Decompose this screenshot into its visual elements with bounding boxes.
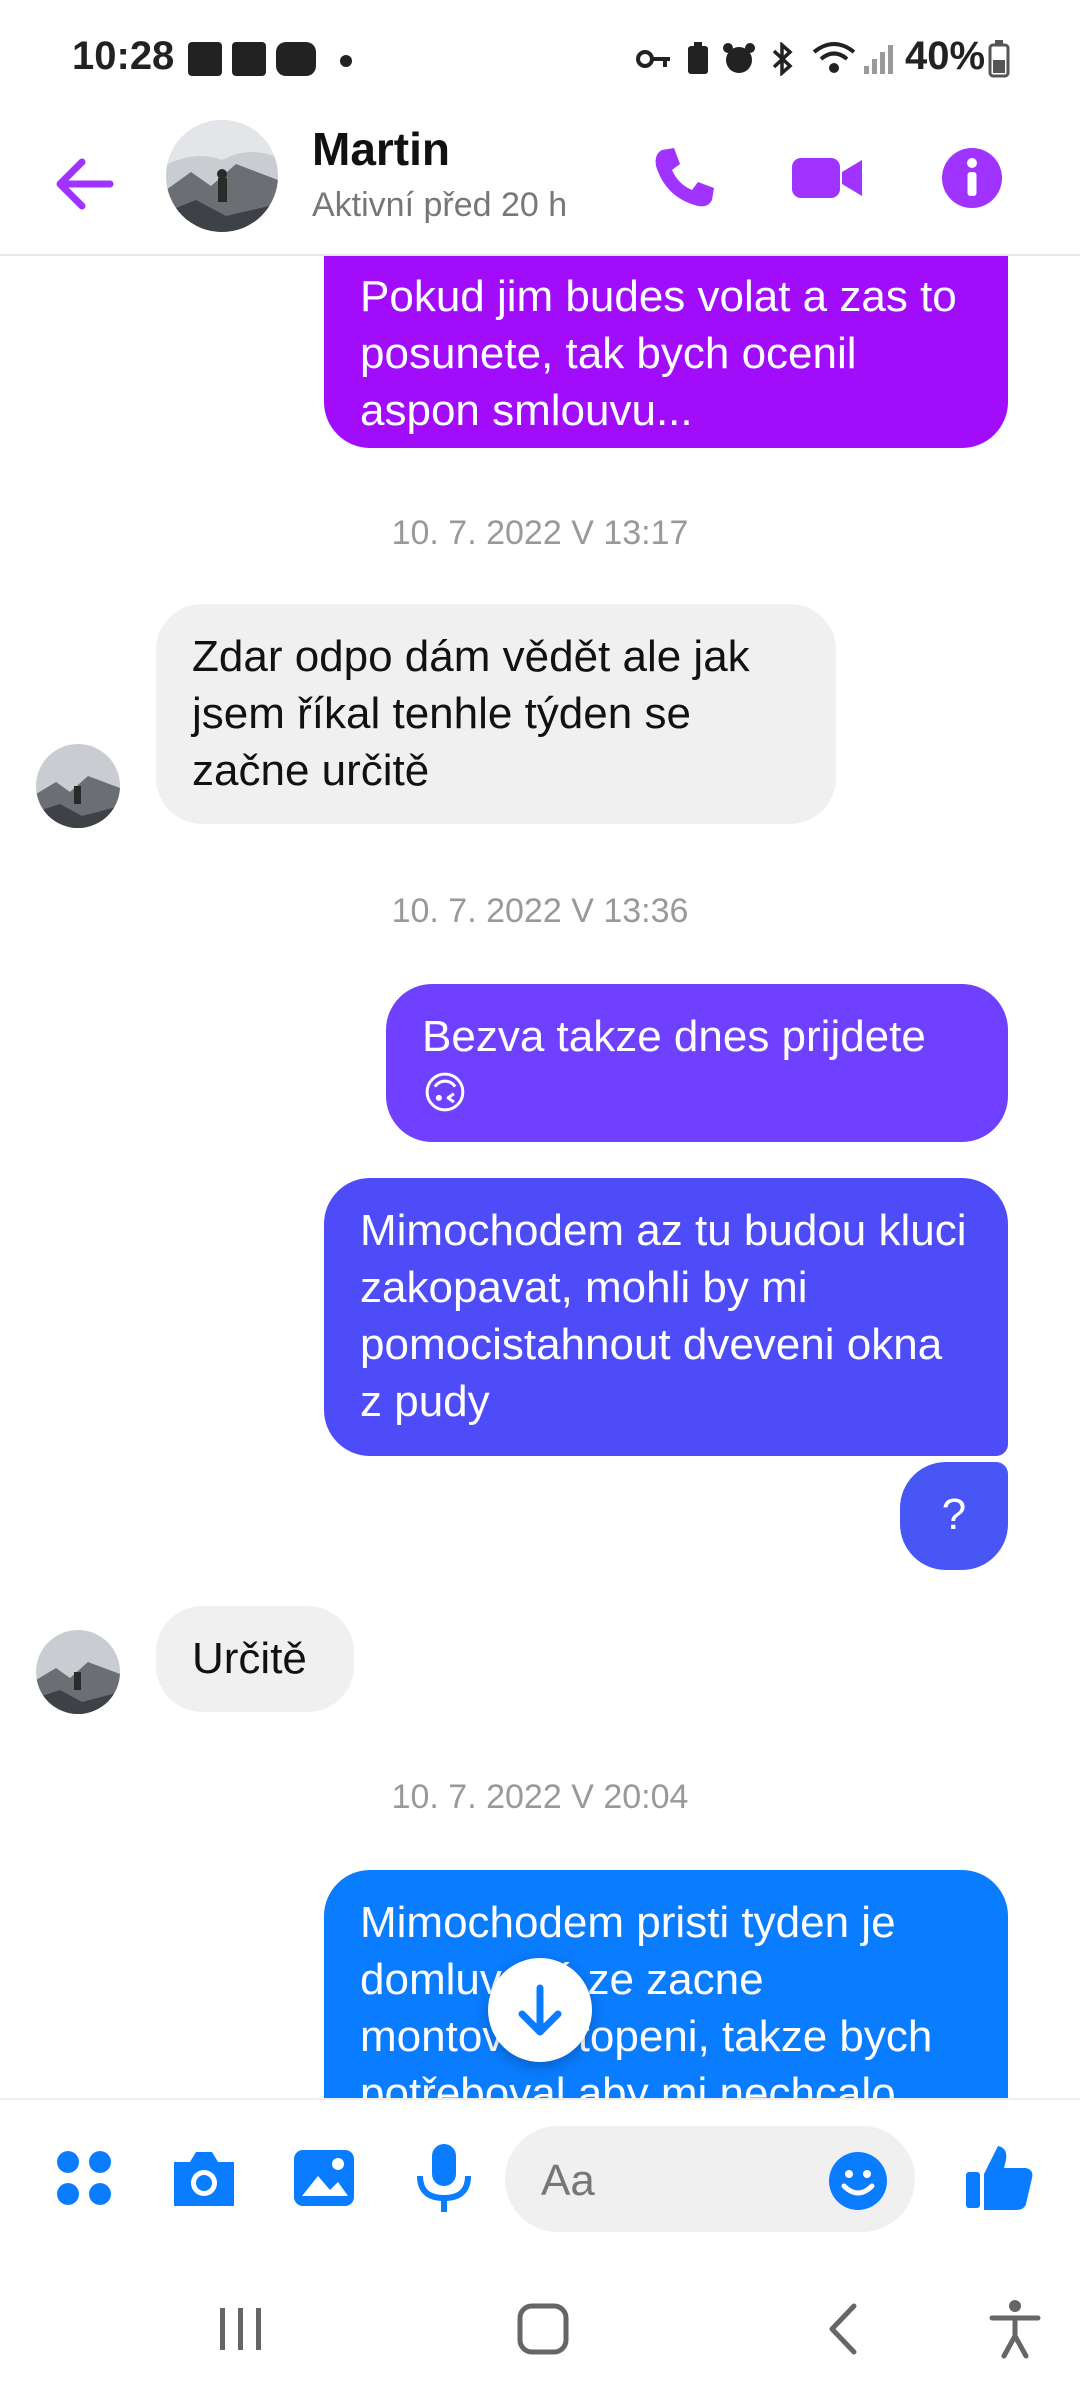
emoji-icon[interactable] <box>827 2150 889 2212</box>
message-timestamp: 10. 7. 2022 V 20:04 <box>391 1778 689 1816</box>
status-bar: 10:28 40% <box>0 0 1080 120</box>
info-icon[interactable] <box>932 138 1012 218</box>
message-timestamp: 10. 7. 2022 V 13:17 <box>391 514 689 552</box>
message-text: Určitě <box>192 1634 307 1683</box>
upside-down-face-emoji: 🙃 <box>422 1069 468 1118</box>
wifi-icon <box>812 42 856 73</box>
message-text: Mimochodem pristi tyden je domluvené ze … <box>360 1898 933 2098</box>
gallery-icon[interactable] <box>286 2140 362 2216</box>
recent-apps-icon[interactable] <box>206 2294 276 2364</box>
back-arrow-icon[interactable] <box>48 148 120 220</box>
thumbs-up-icon[interactable] <box>962 2140 1038 2216</box>
youtube-notification-icon <box>276 42 316 76</box>
system-navigation-bar <box>0 2258 1080 2400</box>
battery-percent: 40% <box>905 34 986 78</box>
status-time: 10:28 <box>72 34 175 78</box>
incoming-message[interactable]: Zdar odpo dám vědět ale jak jsem říkal t… <box>156 604 836 824</box>
contact-avatar-small[interactable] <box>36 1630 120 1714</box>
outgoing-message[interactable]: Mimochodem az tu budou kluci zakopavat, … <box>324 1178 1008 1456</box>
contact-avatar-small[interactable] <box>36 744 120 828</box>
scroll-to-bottom-button[interactable] <box>488 1958 592 2062</box>
message-composer: Aa <box>0 2098 1080 2258</box>
outgoing-message[interactable]: Pokud jim budes volat a zas to posunete,… <box>324 256 1008 448</box>
battery-saver-icon <box>688 42 708 74</box>
message-timestamp: 10. 7. 2022 V 13:36 <box>391 892 689 930</box>
microphone-icon[interactable] <box>406 2140 482 2216</box>
message-text: Pokud jim budes volat a zas to posunete,… <box>360 272 957 435</box>
message-text: ? <box>941 1490 967 1539</box>
gallery-notification-icon <box>188 42 222 76</box>
home-icon[interactable] <box>508 2294 578 2364</box>
cellular-signal-icon <box>864 45 893 74</box>
battery-icon <box>988 40 1010 78</box>
camera-icon[interactable] <box>166 2140 242 2216</box>
message-list[interactable]: Pokud jim budes volat a zas to posunete,… <box>0 256 1080 2098</box>
message-text: Bezva takze dnes prijdete <box>422 1012 926 1061</box>
outgoing-message[interactable]: Mimochodem pristi tyden je domluvené ze … <box>324 1870 1008 2098</box>
message-text: Mimochodem az tu budou kluci zakopavat, … <box>360 1206 967 1426</box>
more-notifications-dot <box>340 55 352 67</box>
incoming-message[interactable]: Určitě <box>156 1606 354 1712</box>
bluetooth-icon <box>772 42 793 76</box>
contact-status: Aktivní před 20 h <box>312 186 568 224</box>
contact-name[interactable]: Martin <box>312 122 450 176</box>
message-input[interactable]: Aa <box>505 2126 915 2232</box>
outgoing-message[interactable]: Bezva takze dnes prijdete 🙃 <box>386 984 1008 1142</box>
contact-avatar[interactable] <box>166 120 278 232</box>
arrow-down-icon <box>518 1984 562 2036</box>
device-notification-icon <box>232 42 266 76</box>
conversation-header: Martin Aktivní před 20 h <box>0 120 1080 256</box>
video-call-icon[interactable] <box>788 138 868 218</box>
key-icon <box>636 50 670 68</box>
message-text: Zdar odpo dám vědět ale jak jsem říkal t… <box>192 632 750 795</box>
accessibility-icon[interactable] <box>980 2294 1050 2364</box>
back-nav-icon[interactable] <box>810 2294 880 2364</box>
outgoing-message[interactable]: ? <box>900 1462 1008 1570</box>
apps-grid-icon[interactable] <box>46 2140 122 2216</box>
alarm-icon <box>723 43 755 73</box>
phone-call-icon[interactable] <box>644 138 724 218</box>
message-input-placeholder: Aa <box>541 2156 595 2205</box>
